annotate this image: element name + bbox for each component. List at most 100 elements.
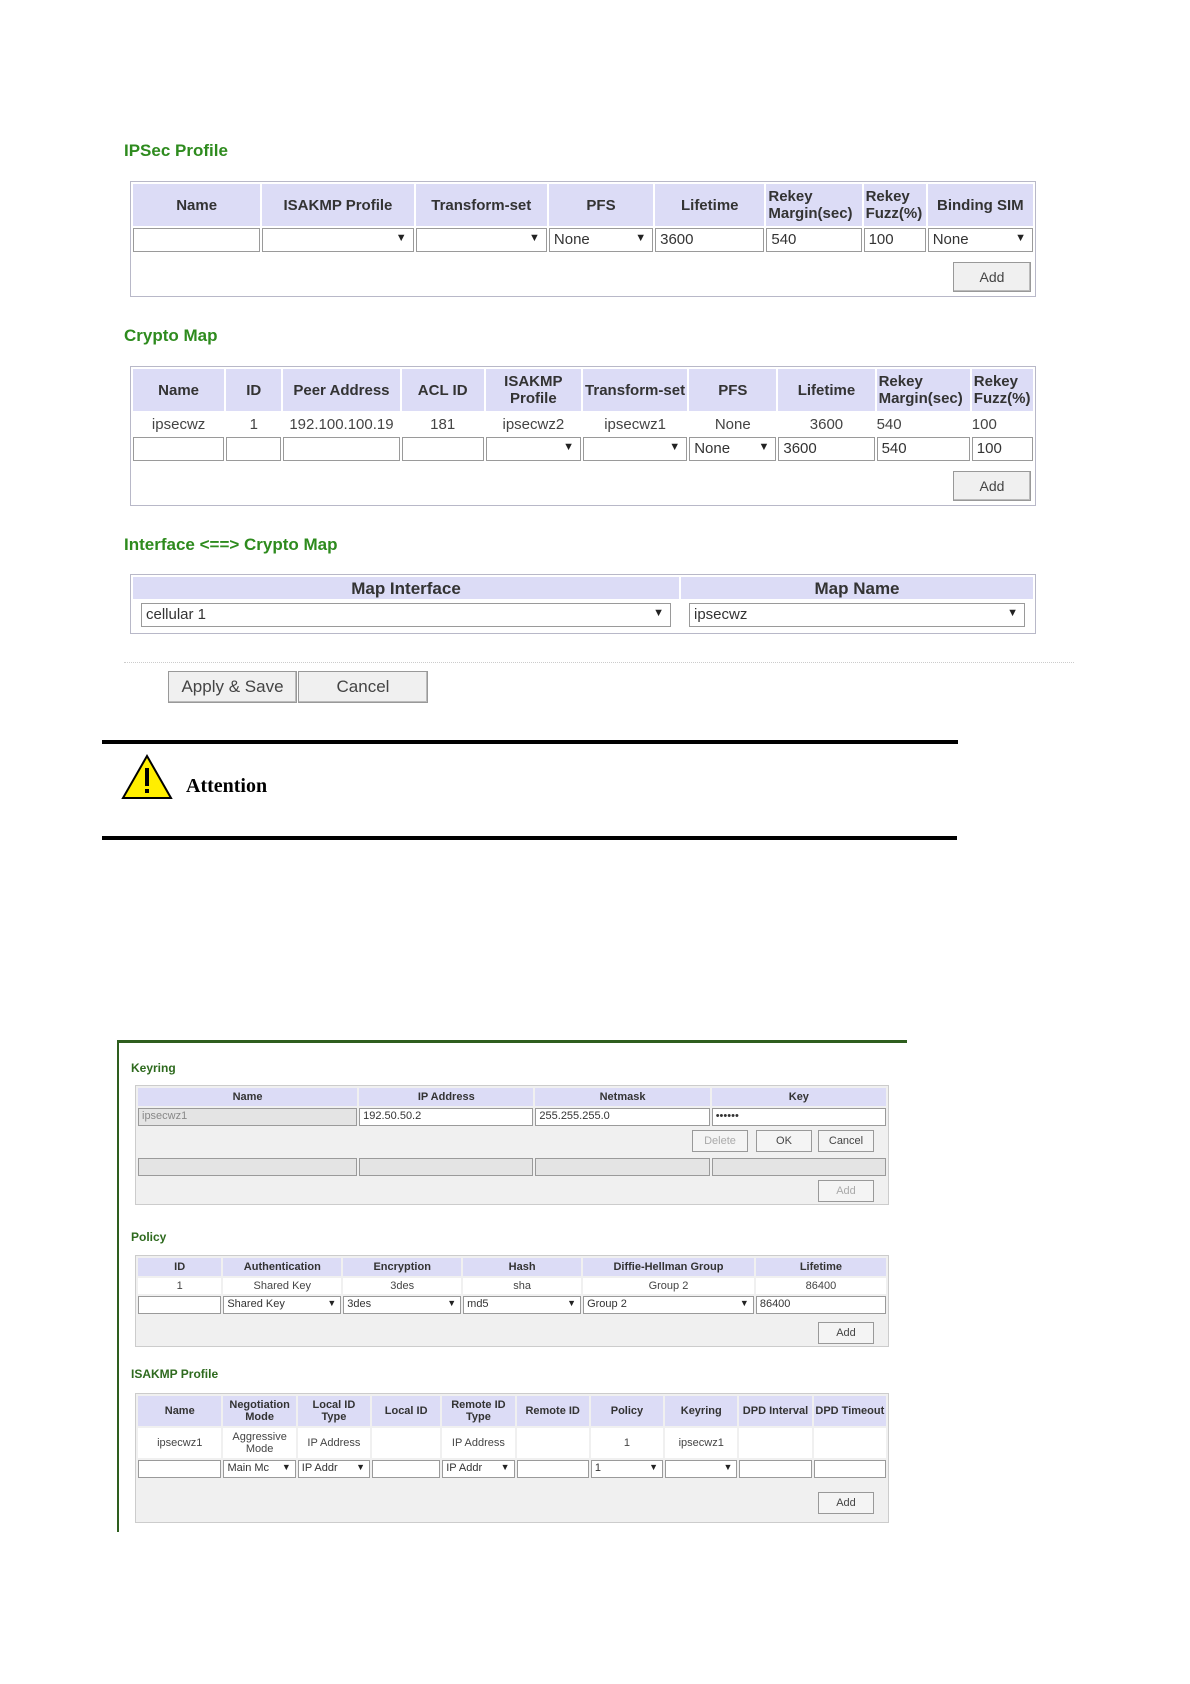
remote-id-type-select[interactable]: IP Addr ▼ bbox=[442, 1460, 515, 1478]
policy-id-input[interactable] bbox=[138, 1296, 222, 1314]
name-input[interactable] bbox=[133, 437, 225, 461]
ok-button[interactable]: OK bbox=[756, 1130, 812, 1152]
map-interface-select[interactable]: cellular 1 ▼ bbox=[141, 603, 671, 627]
col-negotiation-mode: Negotiation Mode bbox=[223, 1396, 296, 1426]
dropdown-arrow-icon: ▼ bbox=[653, 607, 664, 619]
col-transform-set: Transform-set bbox=[415, 184, 547, 226]
policy-add-button[interactable]: Add bbox=[818, 1322, 874, 1344]
cell-negotiation-mode: Aggressive Mode bbox=[232, 1431, 287, 1455]
table-row[interactable]: ipsecwz1 Aggressive Mode IP Address IP A… bbox=[138, 1428, 886, 1458]
col-policy: Policy bbox=[590, 1396, 664, 1426]
encryption-select[interactable]: 3des ▼ bbox=[343, 1296, 462, 1314]
authentication-select[interactable]: Shared Key ▼ bbox=[223, 1296, 342, 1314]
col-name: Name bbox=[133, 184, 261, 226]
name-input[interactable] bbox=[133, 228, 261, 252]
col-rekey-margin: Rekey Margin(sec) bbox=[766, 184, 862, 226]
cancel-button[interactable]: Cancel bbox=[818, 1130, 874, 1152]
isakmp-profile-select[interactable]: ▼ bbox=[485, 437, 581, 461]
isakmp-name-input[interactable] bbox=[138, 1460, 222, 1478]
local-id-type-select[interactable]: IP Addr ▼ bbox=[297, 1460, 371, 1478]
cell-authentication: Shared Key bbox=[253, 1280, 312, 1292]
negotiation-mode-select[interactable]: Main Mc ▼ bbox=[223, 1460, 296, 1478]
cell-isakmp-profile: ipsecwz2 bbox=[502, 415, 565, 433]
col-acl-id: ACL ID bbox=[401, 369, 484, 411]
col-local-id: Local ID bbox=[372, 1396, 441, 1426]
rekey-fuzz-input[interactable]: 100 bbox=[971, 437, 1033, 461]
iface-map-table: Map Interface Map Name cellular 1 ▼ ipsec… bbox=[131, 575, 1035, 631]
transform-set-select[interactable]: ▼ bbox=[582, 437, 688, 461]
cell-remote-id-type: IP Address bbox=[451, 1437, 505, 1449]
col-dh-group: Diffie-Hellman Group bbox=[583, 1258, 754, 1276]
rekey-margin-input[interactable]: 540 bbox=[876, 437, 970, 461]
table-row[interactable]: ipsecwz 1 192.100.100.19 181 ipsecwz2 ip… bbox=[133, 413, 1033, 435]
isakmp-add-button[interactable]: Add bbox=[818, 1492, 874, 1514]
apply-save-button[interactable]: Apply & Save bbox=[168, 671, 297, 703]
policy-panel: ID Authentication Encryption Hash Diffie… bbox=[135, 1255, 889, 1347]
isakmp-profile-select[interactable]: ▼ bbox=[262, 228, 414, 252]
col-keyring: Keyring bbox=[665, 1396, 738, 1426]
policy-table: ID Authentication Encryption Hash Diffie… bbox=[136, 1256, 888, 1316]
cell-lifetime: 86400 bbox=[805, 1280, 837, 1292]
map-name-select[interactable]: ipsecwz ▼ bbox=[689, 603, 1025, 627]
hash-select[interactable]: md5 ▼ bbox=[463, 1296, 582, 1314]
rekey-fuzz-input[interactable]: 100 bbox=[863, 228, 926, 252]
cell-name: ipsecwz bbox=[151, 415, 206, 433]
cell-dpd-timeout bbox=[814, 1428, 886, 1458]
ipsec-profile-panel: Name ISAKMP Profile Transform-set PFS Li… bbox=[130, 181, 1036, 297]
policy-lifetime-input[interactable]: 86400 bbox=[755, 1296, 886, 1314]
keyring-new-row bbox=[136, 1156, 888, 1178]
keyring-key-input[interactable]: •••••• bbox=[711, 1108, 886, 1126]
dpd-timeout-input[interactable] bbox=[813, 1460, 886, 1478]
rekey-margin-input[interactable]: 540 bbox=[766, 228, 862, 252]
keyring-netmask-input[interactable]: 255.255.255.0 bbox=[535, 1108, 710, 1126]
ipsec-add-button[interactable]: Add bbox=[953, 262, 1031, 292]
new-netmask-input[interactable] bbox=[535, 1158, 710, 1176]
new-name-input[interactable] bbox=[138, 1158, 358, 1176]
pfs-select[interactable]: None ▼ bbox=[548, 228, 654, 252]
crypto-add-button[interactable]: Add bbox=[953, 471, 1031, 501]
dropdown-arrow-icon: ▼ bbox=[1007, 607, 1018, 619]
peer-address-input[interactable] bbox=[283, 437, 400, 461]
cell-acl-id: 181 bbox=[430, 415, 456, 433]
cell-id: 1 bbox=[176, 1280, 183, 1292]
lifetime-input[interactable]: 3600 bbox=[778, 437, 875, 461]
keyring-select[interactable]: ▼ bbox=[665, 1460, 738, 1478]
col-lifetime: Lifetime bbox=[655, 184, 765, 226]
delete-button[interactable]: Delete bbox=[692, 1130, 748, 1152]
isakmp-config-screenshot: Keyring Name IP Address Netmask Key ipse… bbox=[117, 1040, 907, 1532]
cancel-button[interactable]: Cancel bbox=[298, 671, 428, 703]
cell-dpd-interval bbox=[739, 1428, 811, 1458]
col-authentication: Authentication bbox=[223, 1258, 342, 1276]
id-input[interactable] bbox=[226, 437, 282, 461]
new-ip-input[interactable] bbox=[359, 1158, 534, 1176]
dpd-interval-input[interactable] bbox=[739, 1460, 812, 1478]
keyring-name-input[interactable]: ipsecwz1 bbox=[138, 1108, 358, 1126]
remote-id-input[interactable] bbox=[516, 1460, 589, 1478]
binding-sim-select[interactable]: None ▼ bbox=[927, 228, 1033, 252]
lifetime-input[interactable]: 3600 bbox=[655, 228, 765, 252]
cell-hash: sha bbox=[513, 1280, 531, 1292]
acl-id-input[interactable] bbox=[401, 437, 484, 461]
table-row[interactable]: 1 Shared Key 3des sha Group 2 86400 bbox=[138, 1278, 886, 1294]
dropdown-arrow-icon: ▼ bbox=[327, 1298, 337, 1308]
divider bbox=[124, 662, 1074, 663]
dropdown-arrow-icon: ▼ bbox=[758, 441, 770, 453]
col-name: Name bbox=[138, 1088, 358, 1106]
dropdown-arrow-icon: ▼ bbox=[447, 1298, 457, 1308]
keyring-ip-input[interactable]: 192.50.50.2 bbox=[359, 1108, 534, 1126]
cell-remote-id bbox=[517, 1428, 589, 1458]
cell-rekey-margin: 540 bbox=[876, 415, 902, 433]
policy-select[interactable]: 1 ▼ bbox=[590, 1460, 664, 1478]
col-key: Key bbox=[711, 1088, 886, 1106]
local-id-input[interactable] bbox=[372, 1460, 441, 1478]
transform-set-select[interactable]: ▼ bbox=[415, 228, 547, 252]
keyring-add-button[interactable]: Add bbox=[818, 1180, 874, 1202]
dh-group-select[interactable]: Group 2 ▼ bbox=[583, 1296, 754, 1314]
cell-transform-set: ipsecwz1 bbox=[604, 415, 666, 433]
new-key-input[interactable] bbox=[711, 1158, 886, 1176]
divider bbox=[102, 836, 957, 840]
cell-name: ipsecwz1 bbox=[157, 1437, 203, 1449]
pfs-select[interactable]: None ▼ bbox=[689, 437, 777, 461]
isakmp-profile-title: ISAKMP Profile bbox=[131, 1367, 219, 1381]
dropdown-arrow-icon: ▼ bbox=[649, 1462, 659, 1472]
